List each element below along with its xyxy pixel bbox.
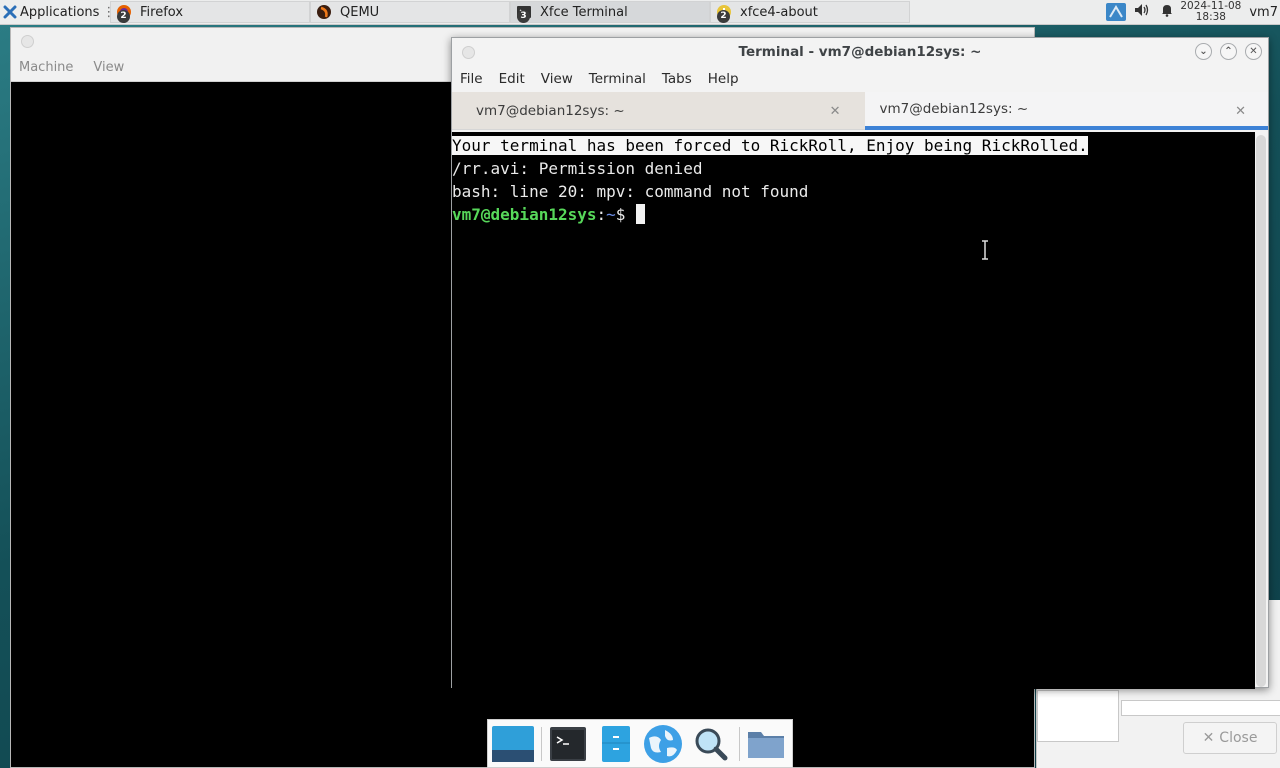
web-browser-icon[interactable] xyxy=(641,722,685,766)
output-line: /rr.avi: Permission denied xyxy=(452,159,703,178)
taskbar-item-xfce4-about[interactable]: 2 xfce4-about xyxy=(710,1,910,23)
chevron-down-icon: ⌄ xyxy=(1199,46,1208,57)
window-menu-icon[interactable] xyxy=(462,46,475,59)
menu-tabs[interactable]: Tabs xyxy=(662,71,692,87)
about-field xyxy=(1121,700,1280,716)
tab-label: vm7@debian12sys: ~ xyxy=(476,102,625,119)
taskbar-item-label: QEMU xyxy=(340,4,380,20)
menu-help[interactable]: Help xyxy=(708,71,739,87)
window-count-badge: 2 xyxy=(117,10,130,23)
menu-machine[interactable]: Machine xyxy=(19,60,73,75)
menu-file[interactable]: File xyxy=(460,71,483,87)
prompt-line: vm7@debian12sys:~$ xyxy=(452,203,1255,226)
terminal-tabbar: vm7@debian12sys: ~ ✕ vm7@debian12sys: ~ … xyxy=(452,92,1268,130)
terminal-icon[interactable] xyxy=(546,722,590,766)
clock-time: 18:38 xyxy=(1195,11,1226,23)
tab-close-icon[interactable]: ✕ xyxy=(830,104,841,119)
about-icon: 2 xyxy=(715,3,733,23)
notification-bell-icon[interactable] xyxy=(1160,3,1174,21)
tab-close-icon[interactable]: ✕ xyxy=(1235,104,1246,119)
dock-separator xyxy=(739,726,741,761)
applications-menu-button[interactable]: Applications ⋮ xyxy=(0,0,119,24)
ibeam-cursor-icon xyxy=(982,240,988,260)
terminal-output[interactable]: Your terminal has been forced to RickRol… xyxy=(452,132,1255,689)
maximize-button[interactable]: ⌃ xyxy=(1220,43,1237,60)
file-manager-icon[interactable] xyxy=(594,722,638,766)
close-window-button[interactable]: ✕ xyxy=(1245,43,1262,60)
about-panel xyxy=(1037,690,1119,742)
taskbar-item-label: Xfce Terminal xyxy=(540,4,628,20)
terminal-icon: 3 xyxy=(515,3,533,23)
window-count-badge: 2 xyxy=(717,10,730,23)
minimize-button[interactable]: ⌄ xyxy=(1195,43,1212,60)
window-count-badge: 3 xyxy=(517,10,530,23)
taskbar-item-xfce-terminal[interactable]: 3 Xfce Terminal xyxy=(510,1,710,23)
dock-separator xyxy=(540,726,542,761)
menu-terminal[interactable]: Terminal xyxy=(589,71,646,87)
qemu-icon xyxy=(315,3,333,21)
volume-icon[interactable] xyxy=(1134,3,1150,21)
app-finder-icon[interactable] xyxy=(689,722,733,766)
tab-2[interactable]: vm7@debian12sys: ~ ✕ xyxy=(864,92,1268,130)
tab-label: vm7@debian12sys: ~ xyxy=(879,101,1029,117)
network-icon[interactable] xyxy=(1106,3,1127,21)
terminal-scrollbar[interactable] xyxy=(1256,135,1266,687)
window-menu-icon[interactable] xyxy=(21,35,34,48)
terminal-window[interactable]: Terminal - vm7@debian12sys: ~ ⌄ ⌃ ✕ File… xyxy=(451,37,1269,689)
prompt-separator: : xyxy=(596,205,607,224)
show-desktop-icon[interactable] xyxy=(491,722,535,766)
menu-view[interactable]: View xyxy=(93,60,124,75)
prompt-path: ~ xyxy=(606,205,616,224)
taskbar-item-firefox[interactable]: 2 Firefox xyxy=(110,1,310,23)
clock[interactable]: 2024-11-08 18:38 xyxy=(1180,1,1241,23)
taskbar-item-qemu[interactable]: QEMU xyxy=(310,1,510,23)
top-panel: Applications ⋮ 2 Firefox QEMU 3 Xfce Ter… xyxy=(0,0,1280,25)
output-line: Your terminal has been forced to RickRol… xyxy=(452,136,1088,155)
system-tray: 2024-11-08 18:38 vm7 xyxy=(1106,0,1280,24)
close-icon: ✕ xyxy=(1249,46,1258,57)
menu-view[interactable]: View xyxy=(541,71,573,87)
window-title: Terminal - vm7@debian12sys: ~ xyxy=(738,44,982,60)
close-button[interactable]: ✕ Close xyxy=(1183,722,1277,754)
taskbar-item-label: xfce4-about xyxy=(740,4,818,20)
chevron-up-icon: ⌃ xyxy=(1224,46,1233,57)
firefox-icon: 2 xyxy=(115,3,133,23)
folder-icon[interactable] xyxy=(744,722,788,766)
close-button-label: Close xyxy=(1219,730,1258,746)
user-menu[interactable]: vm7 xyxy=(1249,5,1278,20)
close-icon: ✕ xyxy=(1202,730,1215,746)
terminal-menubar: File Edit View Terminal Tabs Help xyxy=(452,66,1268,92)
terminal-titlebar[interactable]: Terminal - vm7@debian12sys: ~ ⌄ ⌃ ✕ xyxy=(452,38,1268,66)
dock-panel xyxy=(487,719,793,768)
text-cursor xyxy=(636,204,646,224)
prompt-user-host: vm7@debian12sys xyxy=(452,205,597,224)
prompt-symbol: $ xyxy=(615,205,636,224)
xfce-logo-icon xyxy=(3,5,17,19)
output-line: bash: line 20: mpv: command not found xyxy=(452,182,809,201)
menu-edit[interactable]: Edit xyxy=(499,71,525,87)
taskbar-item-label: Firefox xyxy=(140,4,184,20)
tab-1[interactable]: vm7@debian12sys: ~ ✕ xyxy=(452,92,865,130)
applications-label: Applications xyxy=(20,4,100,20)
